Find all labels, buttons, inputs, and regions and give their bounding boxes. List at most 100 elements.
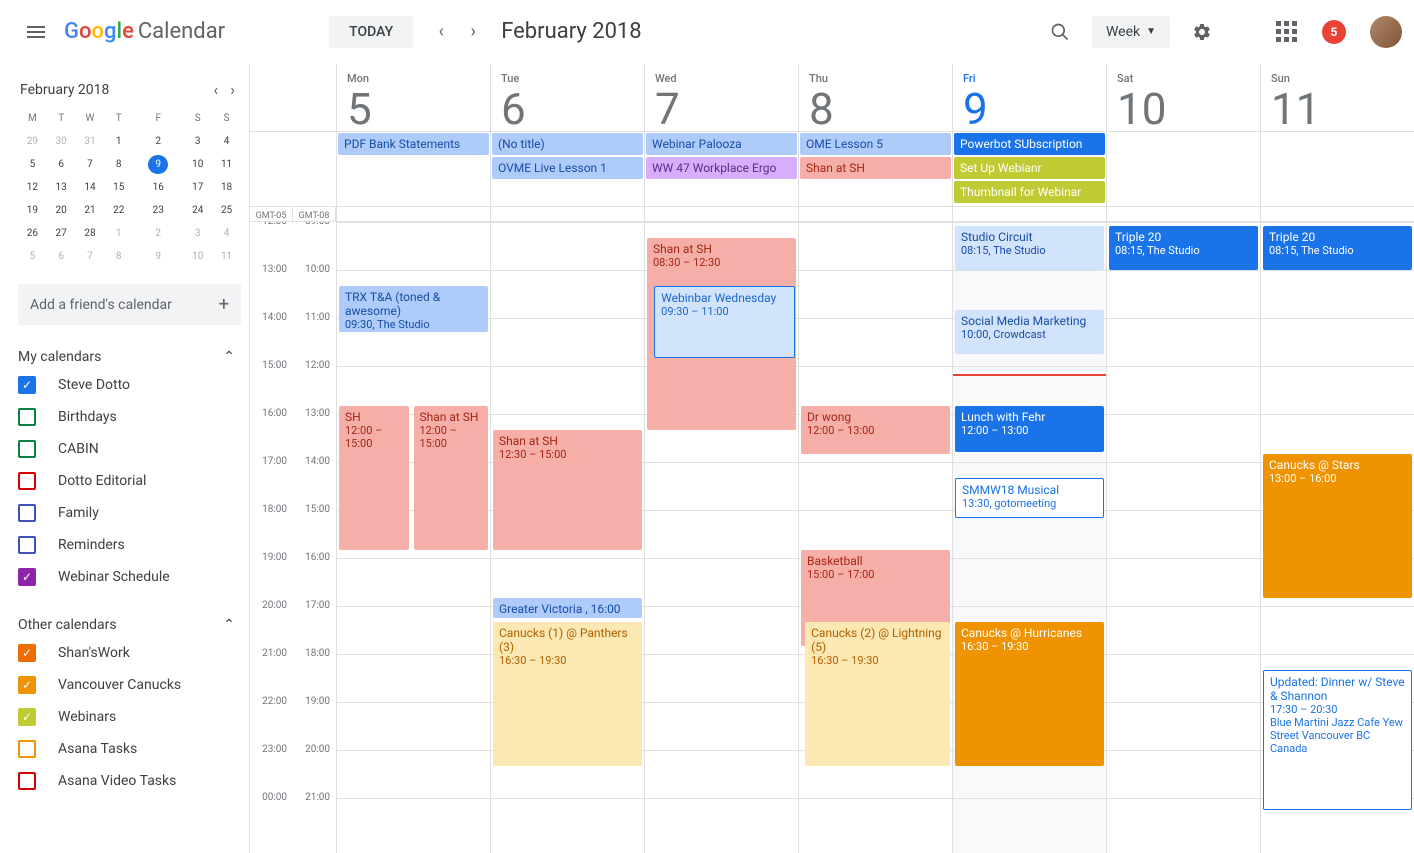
mini-calendar-day[interactable]: 5 bbox=[18, 245, 47, 268]
settings-button[interactable] bbox=[1182, 12, 1222, 52]
calendar-event[interactable]: Greater Victoria , 16:00 bbox=[493, 598, 642, 618]
day-header[interactable]: Wed7 bbox=[644, 64, 798, 131]
allday-event[interactable]: Set Up Webianr bbox=[954, 157, 1105, 179]
main-menu-button[interactable] bbox=[12, 8, 60, 56]
calendar-checkbox[interactable]: ✓ bbox=[18, 376, 36, 394]
mini-calendar-day[interactable]: 6 bbox=[47, 245, 76, 268]
allday-event[interactable]: (No title) bbox=[492, 133, 643, 155]
calendar-event[interactable]: Webinbar Wednesday09:30 – 11:00 bbox=[654, 286, 795, 358]
day-header[interactable]: Fri9 bbox=[952, 64, 1106, 131]
day-header[interactable]: Thu8 bbox=[798, 64, 952, 131]
view-selector[interactable]: Week▼ bbox=[1092, 16, 1170, 48]
calendar-list-item[interactable]: Asana Tasks bbox=[18, 733, 241, 765]
calendar-list-item[interactable]: Reminders bbox=[18, 529, 241, 561]
mini-calendar-day[interactable]: 3 bbox=[183, 222, 212, 245]
allday-cell[interactable]: Powerbot SUbscriptionSet Up WebianrThumb… bbox=[952, 132, 1106, 206]
calendar-checkbox[interactable]: ✓ bbox=[18, 676, 36, 694]
calendar-event[interactable]: TRX T&A (toned & awesome)09:30, The Stud… bbox=[339, 286, 488, 332]
allday-cell[interactable] bbox=[1260, 132, 1414, 206]
mini-calendar-day[interactable]: 10 bbox=[183, 245, 212, 268]
allday-event[interactable]: Powerbot SUbscription bbox=[954, 133, 1105, 155]
calendar-list-item[interactable]: ✓Shan'sWork bbox=[18, 637, 241, 669]
calendar-checkbox[interactable] bbox=[18, 772, 36, 790]
mini-calendar-day[interactable]: 25 bbox=[212, 199, 241, 222]
google-calendar-logo[interactable]: Google Calendar bbox=[64, 19, 225, 44]
calendar-list-item[interactable]: ✓Webinar Schedule bbox=[18, 561, 241, 593]
mini-calendar-day[interactable]: 23 bbox=[133, 199, 183, 222]
calendar-checkbox[interactable]: ✓ bbox=[18, 568, 36, 586]
calendar-checkbox[interactable] bbox=[18, 504, 36, 522]
mini-calendar-day[interactable]: 13 bbox=[47, 176, 76, 199]
mini-calendar-day[interactable]: 7 bbox=[76, 245, 105, 268]
mini-calendar-day[interactable]: 28 bbox=[76, 222, 105, 245]
calendar-event[interactable]: SH12:00 – 15:00 bbox=[339, 406, 409, 550]
calendar-event[interactable]: Lunch with Fehr12:00 – 13:00 bbox=[955, 406, 1104, 452]
calendar-event[interactable]: Social Media Marketing10:00, Crowdcast bbox=[955, 310, 1104, 354]
calendar-checkbox[interactable] bbox=[18, 472, 36, 490]
mini-calendar-day[interactable]: 9 bbox=[133, 153, 183, 176]
mini-calendar-day[interactable]: 11 bbox=[212, 245, 241, 268]
mini-calendar-day[interactable]: 3 bbox=[183, 130, 212, 153]
calendar-event[interactable]: Canucks (2) @ Lightning (5)16:30 – 19:30 bbox=[805, 622, 950, 766]
day-column[interactable]: Shan at SH08:30 – 12:30Webinbar Wednesda… bbox=[644, 222, 798, 853]
calendar-checkbox[interactable]: ✓ bbox=[18, 644, 36, 662]
calendar-checkbox[interactable]: ✓ bbox=[18, 708, 36, 726]
allday-cell[interactable]: OME Lesson 5Shan at SH bbox=[798, 132, 952, 206]
prev-period-button[interactable]: ‹ bbox=[425, 16, 457, 48]
mini-next-button[interactable]: › bbox=[230, 80, 235, 99]
day-header[interactable]: Mon5 bbox=[336, 64, 490, 131]
mini-calendar-day[interactable]: 1 bbox=[104, 222, 133, 245]
mini-calendar-day[interactable]: 5 bbox=[18, 153, 47, 176]
allday-cell[interactable]: Webinar PaloozaWW 47 Workplace Ergo bbox=[644, 132, 798, 206]
calendar-list-item[interactable]: Dotto Editorial bbox=[18, 465, 241, 497]
google-apps-button[interactable] bbox=[1266, 12, 1306, 52]
allday-event[interactable]: OME Lesson 5 bbox=[800, 133, 951, 155]
calendar-list-item[interactable]: ✓Vancouver Canucks bbox=[18, 669, 241, 701]
my-calendars-toggle[interactable]: My calendars⌃ bbox=[18, 345, 241, 369]
day-header[interactable]: Sat10 bbox=[1106, 64, 1260, 131]
calendar-checkbox[interactable] bbox=[18, 740, 36, 758]
mini-calendar-day[interactable]: 16 bbox=[133, 176, 183, 199]
calendar-event[interactable]: Triple 2008:15, The Studio bbox=[1109, 226, 1258, 270]
day-column[interactable]: Triple 2008:15, The Studio bbox=[1106, 222, 1260, 853]
calendar-list-item[interactable]: Birthdays bbox=[18, 401, 241, 433]
allday-cell[interactable] bbox=[1106, 132, 1260, 206]
calendar-checkbox[interactable] bbox=[18, 408, 36, 426]
calendar-checkbox[interactable] bbox=[18, 440, 36, 458]
notifications-button[interactable]: 5 bbox=[1314, 12, 1354, 52]
mini-calendar-day[interactable]: 6 bbox=[47, 153, 76, 176]
mini-calendar-day[interactable]: 19 bbox=[18, 199, 47, 222]
other-calendars-toggle[interactable]: Other calendars⌃ bbox=[18, 613, 241, 637]
next-period-button[interactable]: › bbox=[457, 16, 489, 48]
mini-calendar[interactable]: MTWTFSS 29303112345678910111213141516171… bbox=[18, 107, 241, 268]
calendar-list-item[interactable]: ✓Steve Dotto bbox=[18, 369, 241, 401]
mini-calendar-day[interactable]: 24 bbox=[183, 199, 212, 222]
mini-calendar-day[interactable]: 4 bbox=[212, 130, 241, 153]
mini-calendar-day[interactable]: 7 bbox=[76, 153, 105, 176]
day-column[interactable]: Shan at SH12:30 – 15:00Greater Victoria … bbox=[490, 222, 644, 853]
mini-calendar-day[interactable]: 12 bbox=[18, 176, 47, 199]
allday-event[interactable]: Thumbnail for Webinar bbox=[954, 181, 1105, 203]
mini-calendar-day[interactable]: 18 bbox=[212, 176, 241, 199]
day-column[interactable]: Studio Circuit08:15, The Studio Social Me… bbox=[952, 222, 1106, 853]
mini-calendar-day[interactable]: 14 bbox=[76, 176, 105, 199]
calendar-event[interactable]: Triple 2008:15, The Studio bbox=[1263, 226, 1412, 270]
mini-calendar-day[interactable]: 1 bbox=[104, 130, 133, 153]
calendar-event[interactable]: Canucks @ Stars13:00 – 16:00 bbox=[1263, 454, 1412, 598]
calendar-event[interactable]: Studio Circuit08:15, The Studio bbox=[955, 226, 1104, 270]
mini-calendar-day[interactable]: 9 bbox=[133, 245, 183, 268]
mini-calendar-day[interactable]: 11 bbox=[212, 153, 241, 176]
today-button[interactable]: TODAY bbox=[329, 16, 413, 48]
calendar-event[interactable]: Dr wong12:00 – 13:00 bbox=[801, 406, 950, 454]
allday-event[interactable]: Webinar Palooza bbox=[646, 133, 797, 155]
calendar-list-item[interactable]: CABIN bbox=[18, 433, 241, 465]
mini-calendar-day[interactable]: 10 bbox=[183, 153, 212, 176]
day-header[interactable]: Sun11 bbox=[1260, 64, 1414, 131]
mini-calendar-day[interactable]: 21 bbox=[76, 199, 105, 222]
allday-event[interactable]: OVME Live Lesson 1 bbox=[492, 157, 643, 179]
mini-calendar-day[interactable]: 4 bbox=[212, 222, 241, 245]
add-friend-calendar[interactable]: Add a friend's calendar+ bbox=[18, 284, 241, 325]
mini-calendar-day[interactable]: 31 bbox=[76, 130, 105, 153]
calendar-event[interactable]: SMMW18 Musical13:30, gotomeeting bbox=[955, 478, 1104, 518]
mini-calendar-day[interactable]: 20 bbox=[47, 199, 76, 222]
